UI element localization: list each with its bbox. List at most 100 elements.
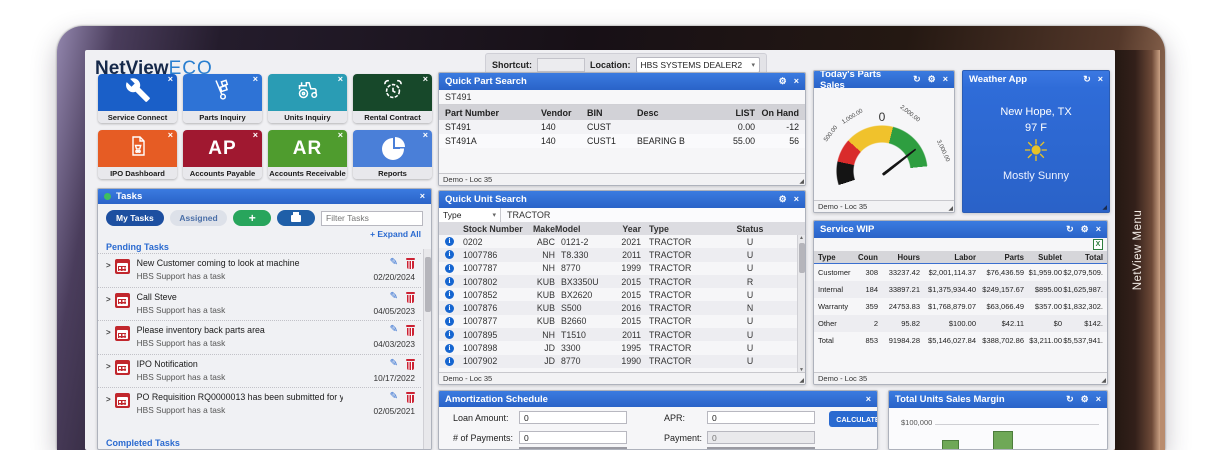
- table-row[interactable]: i 1007898 JD 3300 1995 TRACTOR U: [439, 341, 805, 354]
- refresh-icon[interactable]: ↻: [1083, 75, 1091, 84]
- info-icon[interactable]: i: [445, 237, 454, 247]
- close-icon[interactable]: ×: [423, 74, 428, 84]
- num-payments-field[interactable]: [519, 431, 627, 444]
- task-row[interactable]: > PO Requisition RQ0000013 has been subm…: [98, 387, 421, 421]
- trash-icon[interactable]: [406, 358, 415, 370]
- table-row[interactable]: i 1007902 JD 8770 1990 TRACTOR U: [439, 354, 805, 368]
- resize-handle-icon[interactable]: ◢: [1102, 204, 1107, 211]
- info-icon[interactable]: i: [445, 316, 454, 326]
- tasks-scrollbar[interactable]: [423, 249, 431, 449]
- gear-icon[interactable]: ⚙: [779, 77, 787, 86]
- trash-icon[interactable]: [406, 325, 415, 336]
- close-icon[interactable]: ×: [168, 130, 173, 140]
- close-icon[interactable]: ×: [420, 192, 425, 201]
- close-icon[interactable]: ×: [338, 74, 343, 84]
- table-row[interactable]: ST491A 140 CUST1 BEARING B 55.00 56: [439, 134, 805, 148]
- table-row[interactable]: i 1007876 KUB S500 2016 TRACTOR N: [439, 301, 805, 315]
- edit-icon[interactable]: ✎: [390, 291, 398, 303]
- resize-handle-icon[interactable]: ◢: [948, 205, 953, 212]
- task-row[interactable]: > Please inventory back parts area HBS S…: [98, 320, 421, 354]
- resize-handle-icon[interactable]: ◢: [799, 178, 804, 185]
- excel-export-icon[interactable]: X: [1093, 239, 1103, 250]
- info-icon[interactable]: i: [445, 263, 454, 273]
- table-row[interactable]: i 1007895 NH T1510 2011 TRACTOR U: [439, 328, 805, 342]
- close-icon[interactable]: ×: [1096, 395, 1101, 404]
- resize-handle-icon[interactable]: ◢: [1101, 377, 1106, 384]
- table-row[interactable]: ST491 140 CUST 0.00 -12: [439, 120, 805, 134]
- close-icon[interactable]: ×: [338, 130, 343, 140]
- info-icon[interactable]: i: [445, 277, 454, 287]
- table-row[interactable]: Warranty 359 24753.83 $1,768,879.07 $63,…: [814, 298, 1107, 315]
- edit-icon[interactable]: ✎: [390, 392, 398, 403]
- task-row[interactable]: > IPO Notification HBS Support has a tas…: [98, 353, 421, 388]
- table-row[interactable]: Internal 184 33897.21 $1,375,934.40 $249…: [814, 281, 1107, 298]
- shortcut-input[interactable]: [537, 57, 585, 72]
- netview-menu-strip[interactable]: NetView Menu: [1115, 50, 1160, 450]
- gear-icon[interactable]: ⚙: [1081, 395, 1089, 404]
- expand-all-link[interactable]: + Expand All: [370, 229, 421, 239]
- table-row[interactable]: i 0202 ABC 0121-2 2021 TRACTOR U: [439, 235, 805, 248]
- info-icon[interactable]: i: [445, 330, 454, 340]
- tile-units-inquiry[interactable]: × Units Inquiry: [268, 74, 347, 123]
- close-icon[interactable]: ×: [1096, 225, 1101, 234]
- gear-icon[interactable]: ⚙: [928, 75, 936, 84]
- info-icon[interactable]: i: [445, 343, 454, 353]
- table-row[interactable]: Total 853 91984.28 $5,146,027.84 $388,70…: [814, 332, 1107, 349]
- tile-accounts-receivable[interactable]: × AR Accounts Receivable: [268, 130, 347, 179]
- chevron-right-icon[interactable]: >: [106, 295, 111, 317]
- trash-icon[interactable]: [406, 258, 415, 269]
- close-icon[interactable]: ×: [423, 130, 428, 140]
- trash-icon[interactable]: [406, 291, 415, 303]
- close-icon[interactable]: ×: [168, 74, 173, 84]
- resize-handle-icon[interactable]: ◢: [799, 377, 804, 384]
- close-icon[interactable]: ×: [794, 195, 799, 204]
- part-search-input[interactable]: [439, 90, 805, 105]
- chevron-right-icon[interactable]: >: [106, 261, 111, 283]
- apr-field[interactable]: [707, 411, 815, 424]
- tile-service-connect[interactable]: × Service Connect: [98, 74, 177, 123]
- unit-table-scrollbar[interactable]: ▲ ▼: [797, 235, 805, 373]
- table-row[interactable]: Customer 308 33237.42 $2,001,114.37 $76,…: [814, 264, 1107, 281]
- edit-icon[interactable]: ✎: [390, 258, 398, 269]
- refresh-icon[interactable]: ↻: [1066, 395, 1074, 404]
- close-icon[interactable]: ×: [794, 77, 799, 86]
- tab-my-tasks[interactable]: My Tasks: [106, 210, 164, 226]
- close-icon[interactable]: ×: [253, 130, 258, 140]
- close-icon[interactable]: ×: [253, 74, 258, 84]
- task-row[interactable]: > New Customer coming to look at machine…: [98, 253, 421, 287]
- location-select[interactable]: HBS SYSTEMS DEALER2 ▾: [635, 56, 760, 73]
- tile-parts-inquiry[interactable]: × Parts Inquiry: [183, 74, 262, 123]
- table-row[interactable]: i 1007852 KUB BX2620 2015 TRACTOR U: [439, 288, 805, 301]
- table-row[interactable]: i 1007787 NH 8770 1999 TRACTOR U: [439, 262, 805, 275]
- refresh-icon[interactable]: ↻: [913, 75, 921, 84]
- chevron-right-icon[interactable]: >: [106, 395, 111, 417]
- tile-ipo-dashboard[interactable]: × IPO Dashboard: [98, 130, 177, 179]
- filter-tasks-input[interactable]: [321, 210, 423, 226]
- chevron-right-icon[interactable]: >: [106, 362, 111, 384]
- info-icon[interactable]: i: [445, 303, 454, 313]
- table-row[interactable]: Other 2 95.82 $100.00 $42.11 $0 $142.: [814, 315, 1107, 332]
- tile-reports[interactable]: × Reports: [353, 130, 432, 179]
- print-tasks-button[interactable]: [277, 210, 315, 226]
- close-icon[interactable]: ×: [866, 394, 871, 404]
- tile-rental-contract[interactable]: × Rental Contract: [353, 74, 432, 123]
- info-icon[interactable]: i: [445, 356, 454, 366]
- refresh-icon[interactable]: ↻: [1066, 225, 1074, 234]
- close-icon[interactable]: ×: [1098, 75, 1103, 84]
- gear-icon[interactable]: ⚙: [779, 195, 787, 204]
- table-row[interactable]: i 1007786 NH T8.330 2011 TRACTOR U: [439, 248, 805, 262]
- close-icon[interactable]: ×: [943, 75, 948, 84]
- chevron-right-icon[interactable]: >: [106, 328, 111, 350]
- loan-amount-field[interactable]: [519, 411, 627, 424]
- unit-type-select[interactable]: Type ▾: [439, 208, 501, 222]
- table-row[interactable]: i 1007877 KUB B2660 2015 TRACTOR U: [439, 315, 805, 328]
- info-icon[interactable]: i: [445, 250, 454, 260]
- edit-icon[interactable]: ✎: [390, 325, 398, 336]
- unit-search-input[interactable]: [501, 208, 805, 222]
- gear-icon[interactable]: ⚙: [1081, 225, 1089, 234]
- trash-icon[interactable]: [406, 392, 415, 403]
- tile-accounts-payable[interactable]: × AP Accounts Payable: [183, 130, 262, 179]
- calculate-button[interactable]: CALCULATE: [829, 411, 877, 427]
- add-task-button[interactable]: +: [233, 210, 272, 226]
- task-row[interactable]: > Call Steve HBS Support has a task ✎ 04…: [98, 286, 421, 321]
